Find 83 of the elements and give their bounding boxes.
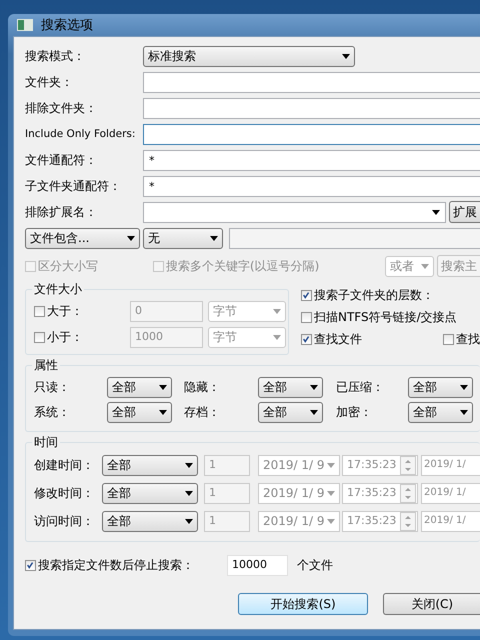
filter-type-dropdown[interactable]: 文件包含...	[25, 228, 140, 248]
spinner-icon	[400, 484, 416, 502]
field-label: 存档：	[184, 404, 221, 421]
extension-dropdown[interactable]	[143, 202, 446, 222]
dropdown-arrow-icon	[273, 308, 281, 314]
field-label: 搜索模式：	[25, 48, 86, 64]
dropdown-arrow-icon	[273, 334, 281, 340]
field-label: 文件夹：	[25, 74, 74, 90]
spinner-icon	[400, 456, 416, 474]
time-mode-dropdown[interactable]: 全部	[102, 482, 198, 504]
attribute-dropdown[interactable]: 全部	[258, 402, 323, 423]
dropdown-arrow-icon	[342, 54, 350, 58]
checkbox-label: 小于：	[47, 328, 83, 346]
input-field[interactable]: *	[143, 176, 480, 196]
start-search-button[interactable]: 开始搜索(S)	[238, 593, 368, 615]
dropdown-arrow-icon	[185, 490, 193, 496]
dropdown-arrow-icon	[432, 210, 440, 214]
dropdown-arrow-icon	[210, 236, 218, 240]
dropdown-arrow-icon	[327, 518, 335, 524]
checkbox[interactable]	[443, 334, 454, 345]
input-field[interactable]	[229, 228, 480, 248]
checkbox-label: 区分大小写	[38, 258, 98, 274]
close-button[interactable]: 关闭(C)	[383, 593, 480, 615]
dropdown-arrow-icon	[185, 518, 193, 524]
field-label: 创建时间：	[34, 456, 95, 474]
dropdown-arrow-icon	[159, 385, 167, 390]
dropdown-arrow-icon	[310, 410, 318, 415]
input-field[interactable]	[143, 98, 480, 118]
checkbox-label: 搜索子文件夹的层数：	[314, 287, 434, 304]
checkbox[interactable]	[34, 332, 45, 342]
dropdown-arrow-icon	[159, 410, 167, 415]
app-icon	[17, 19, 33, 31]
input-field[interactable]	[143, 124, 480, 144]
dropdown-arrow-icon	[310, 385, 318, 390]
group-title: 时间	[33, 434, 59, 451]
dropdown-arrow-icon	[127, 236, 135, 240]
field-label: 隐藏：	[184, 379, 221, 396]
time-mode-dropdown[interactable]: 全部	[102, 454, 198, 476]
time-mode-dropdown[interactable]: 全部	[102, 510, 198, 532]
checkbox-label: 查找	[456, 331, 480, 348]
checkbox-label: 搜索多个关键字(以逗号分隔)	[166, 258, 320, 274]
checkbox[interactable]	[301, 312, 312, 323]
field-label: 文件通配符：	[25, 152, 98, 168]
checkbox-label: 搜索指定文件数后停止搜索：	[38, 556, 194, 574]
field-label: 个文件	[297, 556, 333, 574]
checkbox-label: 扫描NTFS符号链接/交接点	[314, 309, 457, 326]
dropdown-arrow-icon	[327, 462, 335, 468]
field-label: 排除文件夹：	[25, 100, 98, 116]
attribute-dropdown[interactable]: 全部	[107, 377, 172, 398]
checkbox[interactable]	[34, 306, 45, 316]
group-title: 属性	[33, 357, 59, 374]
dropdown-arrow-icon	[460, 410, 468, 415]
dropdown-arrow-icon	[185, 462, 193, 468]
field-label: 加密：	[336, 404, 373, 421]
attribute-dropdown[interactable]: 全部	[408, 402, 473, 423]
field-label: 访问时间：	[34, 512, 95, 530]
checkbox-label: 查找文件	[314, 331, 362, 348]
field-label: 修改时间：	[34, 484, 95, 502]
field-label: 系统：	[34, 404, 71, 421]
attribute-dropdown[interactable]: 全部	[408, 377, 473, 398]
checkbox[interactable]	[25, 560, 36, 570]
field-label: 子文件夹通配符：	[25, 178, 122, 194]
dropdown-arrow-icon	[460, 385, 468, 390]
window-title: 搜索选项	[41, 17, 93, 34]
field-label: 只读：	[34, 379, 71, 396]
group-title: 文件大小	[33, 281, 83, 298]
checkbox-label: 大于：	[47, 302, 83, 320]
dropdown-arrow-icon	[421, 264, 430, 268]
field-label: 排除扩展名：	[25, 204, 98, 220]
input-field[interactable]: 10000	[227, 554, 288, 576]
checkbox[interactable]	[301, 334, 312, 345]
input-field[interactable]	[143, 72, 480, 92]
search-mode-dropdown[interactable]: 标准搜索	[143, 46, 355, 66]
dropdown-arrow-icon	[327, 490, 335, 496]
encoding-dropdown[interactable]: 无	[143, 228, 223, 248]
attribute-dropdown[interactable]: 全部	[107, 402, 172, 423]
input-field[interactable]: *	[143, 150, 480, 170]
spinner-icon	[400, 512, 416, 530]
extension-button[interactable]: 扩展	[449, 201, 480, 223]
field-label: 已压缩：	[336, 379, 385, 396]
attribute-dropdown[interactable]: 全部	[258, 377, 323, 398]
field-label: Include Only Folders:	[25, 128, 136, 140]
checkbox[interactable]	[301, 290, 312, 301]
